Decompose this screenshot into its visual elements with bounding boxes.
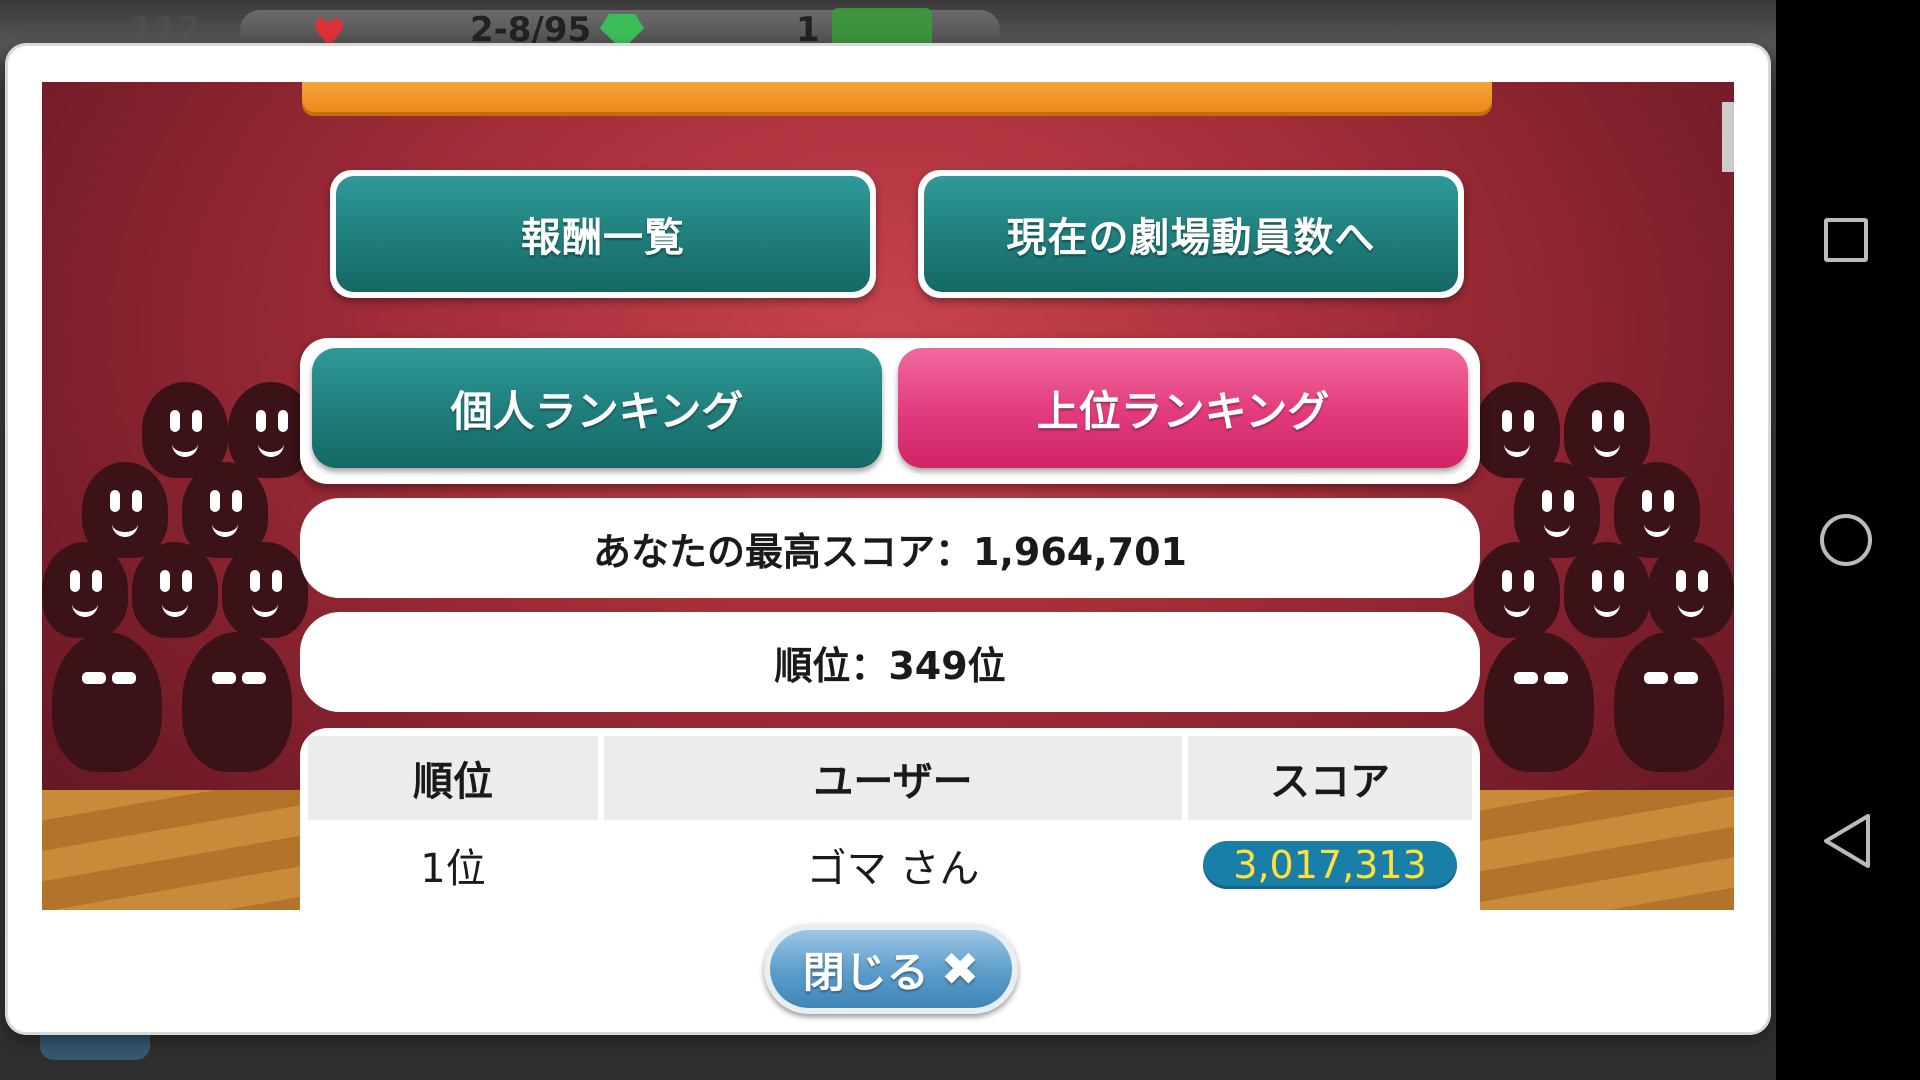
heart-icon: ♥ (312, 11, 347, 55)
home-icon[interactable] (1820, 514, 1872, 566)
audience-right (1474, 382, 1734, 802)
row-user: ゴマ さん (806, 846, 980, 892)
close-icon: ✖ (940, 942, 980, 996)
hud-stamina: 2-8/95 (470, 10, 592, 50)
row-score-cell: 3,017,313 (1188, 820, 1472, 910)
hud-level: 112 (130, 10, 201, 50)
tab-top-ranking[interactable]: 上位ランキング (898, 348, 1468, 468)
header-rank: 順位 (308, 736, 598, 820)
table-header: 順位 ユーザー スコア (300, 728, 1480, 820)
close-label: 閉じる (802, 947, 929, 997)
close-button[interactable]: 閉じる ✖ (764, 924, 1018, 1014)
back-triangle-icon[interactable] (1820, 812, 1874, 870)
ranking-modal: 報酬一覧 現在の劇場動員数へ 個人ランキング 上位ランキング あなたの最高スコア… (8, 46, 1768, 1032)
ranking-tab-group: 個人ランキング 上位ランキング (300, 338, 1480, 484)
row-rank: 1位 (420, 846, 486, 892)
recents-icon[interactable] (1824, 218, 1868, 262)
table-row[interactable]: 1位 ゴマ さん 3,017,313 (300, 820, 1480, 910)
header-user: ユーザー (604, 736, 1182, 820)
header-score: スコア (1188, 736, 1472, 820)
event-banner[interactable] (302, 82, 1492, 112)
scrollbar[interactable] (1722, 102, 1734, 172)
theater-attendance-button[interactable]: 現在の劇場動員数へ (918, 170, 1464, 298)
rewards-list-button[interactable]: 報酬一覧 (330, 170, 876, 298)
ranking-table: 順位 ユーザー スコア 1位 ゴマ さん 3,017,313 (300, 728, 1480, 910)
theater-attendance-label: 現在の劇場動員数へ (924, 176, 1458, 292)
tab-personal-ranking[interactable]: 個人ランキング (312, 348, 882, 468)
theater-stage-background: 報酬一覧 現在の劇場動員数へ 個人ランキング 上位ランキング あなたの最高スコア… (42, 82, 1734, 910)
rewards-list-label: 報酬一覧 (336, 176, 870, 292)
score-badge: 3,017,313 (1203, 841, 1457, 889)
audience-left (42, 382, 314, 802)
hud-count: 1 (796, 10, 820, 50)
android-nav-bar (1776, 0, 1920, 1080)
best-score-text: あなたの最高スコア：1,964,701 (300, 498, 1480, 598)
rank-text: 順位：349位 (300, 612, 1480, 712)
